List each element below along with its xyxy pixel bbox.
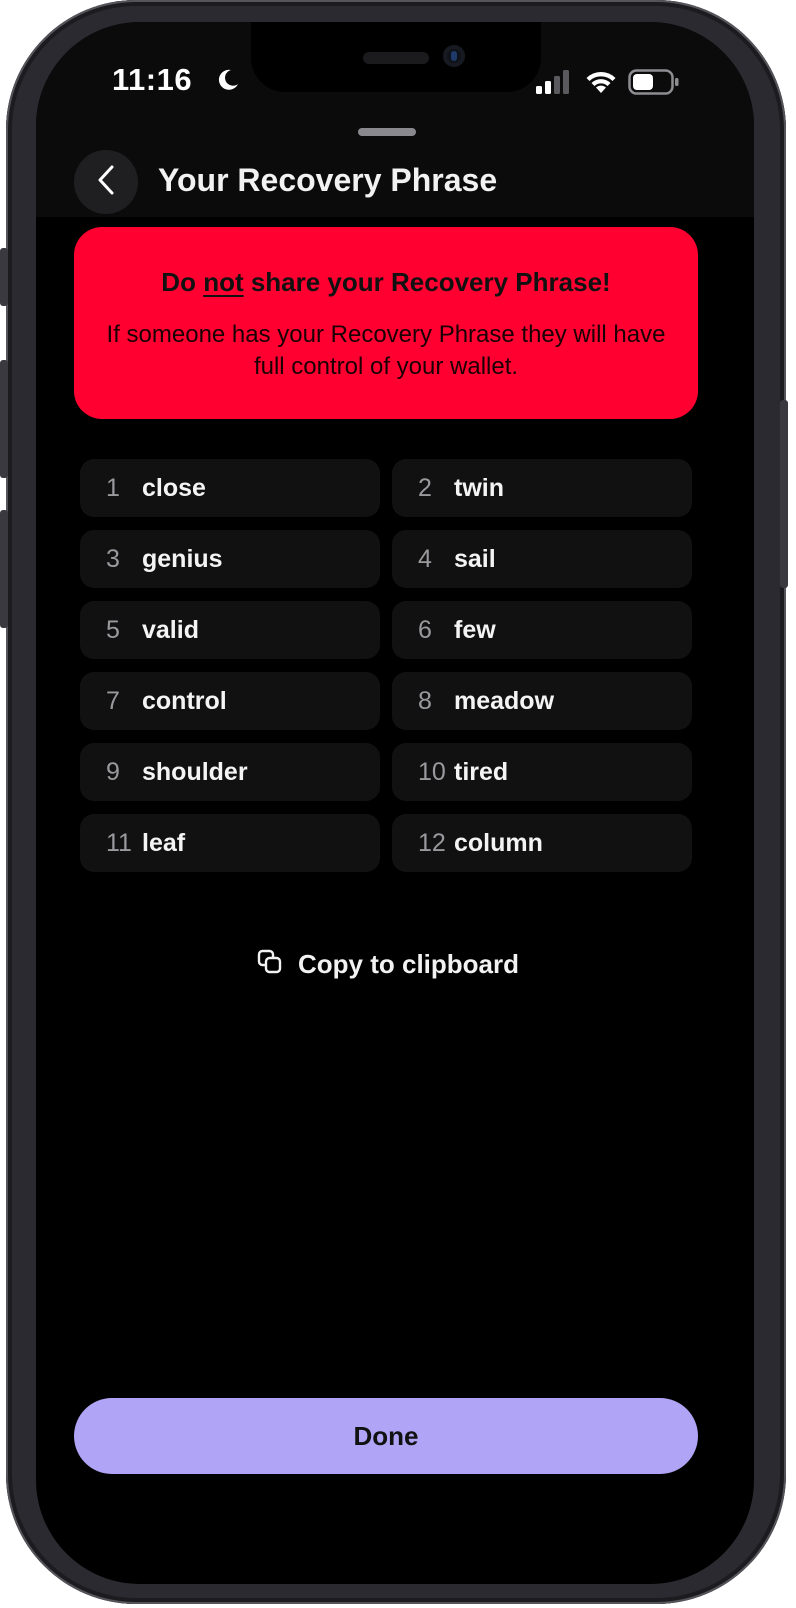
phrase-word: 9 shoulder [80,743,380,801]
phrase-word: 4 sail [392,530,692,588]
volume-down-button [0,510,8,628]
done-button[interactable]: Done [74,1398,698,1474]
page-title: Your Recovery Phrase [158,162,498,198]
word-text: twin [454,474,504,502]
copy-icon [256,948,284,981]
warning-title: Do not share your Recovery Phrase! [161,267,611,297]
word-text: few [454,616,496,644]
word-text: close [142,474,206,502]
phrase-word: 2 twin [392,459,692,517]
power-button [780,400,788,588]
notch [251,22,541,92]
status-time: 11:16 [112,62,193,97]
phrase-word: 11 leaf [80,814,380,872]
phrase-word: 5 valid [80,601,380,659]
copy-label: Copy to clipboard [298,948,519,979]
phrase-word: 1 close [80,459,380,517]
word-text: tired [454,758,509,786]
word-number: 5 [106,616,120,644]
warning-body: If someone has your Recovery Phrase they… [106,321,666,380]
word-text: sail [454,545,496,573]
word-number: 12 [418,829,446,857]
battery-icon [628,69,679,95]
word-number: 11 [106,829,132,857]
cellular-signal-icon [536,70,569,94]
phrase-word: 10 tired [392,743,692,801]
word-text: meadow [454,687,555,715]
word-text: leaf [142,829,186,857]
recovery-phrase-grid: 1 close 2 twin 3 genius 4 sail 5 valid 6 few 7… [80,459,692,872]
word-text: control [142,687,227,715]
warning-banner: Do not share your Recovery Phrase! If so… [74,227,698,419]
word-number: 4 [418,545,432,573]
done-label: Done [353,1420,419,1451]
phrase-word: 7 control [80,672,380,730]
copy-to-clipboard-button[interactable]: Copy to clipboard [256,942,536,986]
word-number: 9 [106,758,120,786]
phrase-word: 6 few [392,601,692,659]
wifi-icon [586,71,616,93]
word-text: column [454,829,543,857]
phone-frame: 11:16 Your Recovery Phrase Do not share … [0,0,788,1604]
status-icons [536,68,706,98]
moon-icon [216,68,240,97]
action-button [0,248,8,306]
front-camera [443,45,465,67]
word-text: genius [142,545,223,573]
earpiece-speaker [363,52,429,64]
word-number: 10 [418,758,446,786]
volume-up-button [0,360,8,478]
sheet-grabber[interactable] [358,128,416,136]
word-text: valid [142,616,199,644]
phrase-word: 8 meadow [392,672,692,730]
word-number: 6 [418,616,432,644]
chevron-left-icon [95,164,117,201]
phrase-word: 12 column [392,814,692,872]
word-number: 8 [418,687,432,715]
word-number: 7 [106,687,120,715]
back-button[interactable] [74,150,138,214]
word-number: 1 [106,474,120,502]
word-number: 3 [106,545,120,573]
warning-emphasis: not [203,267,244,297]
phrase-word: 3 genius [80,530,380,588]
word-text: shoulder [142,758,248,786]
word-number: 2 [418,474,432,502]
screen: 11:16 Your Recovery Phrase Do not share … [36,22,754,1584]
